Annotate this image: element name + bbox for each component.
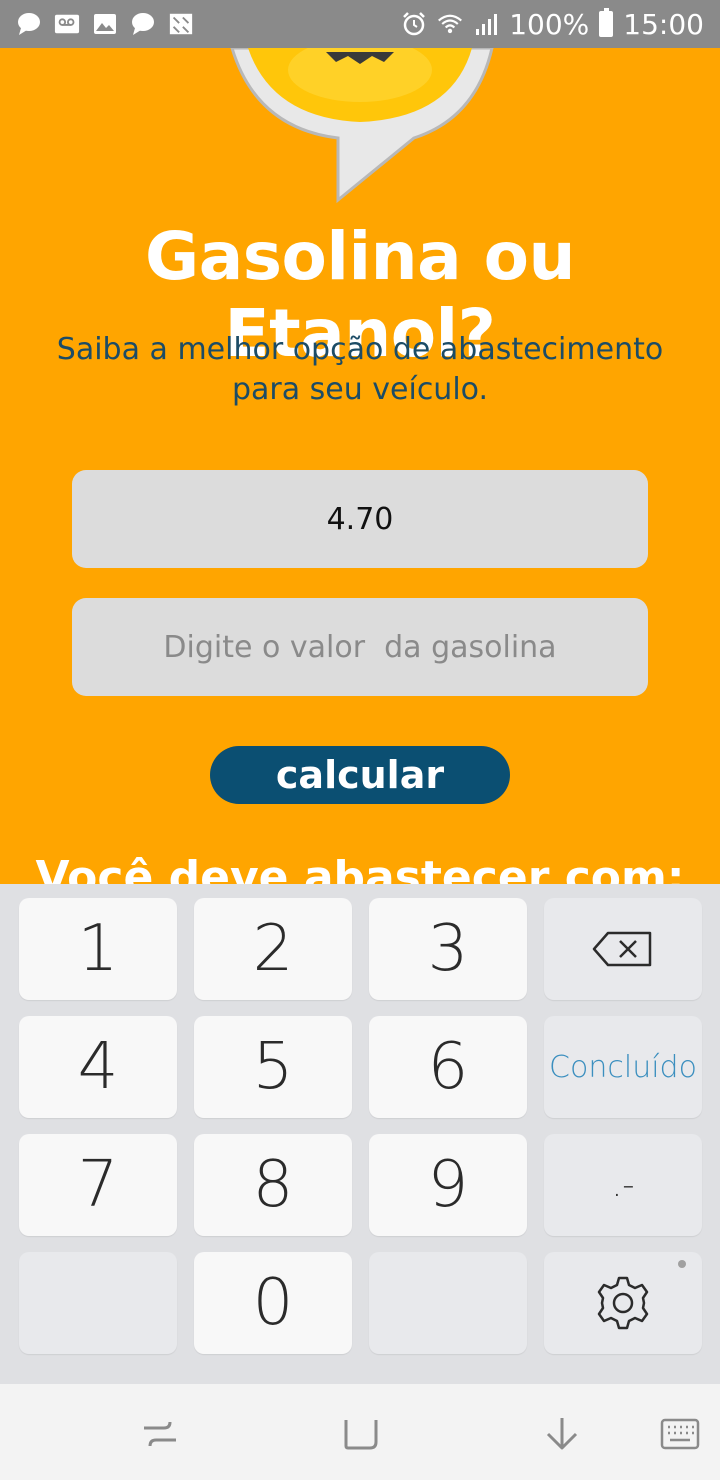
- calculate-button[interactable]: calcular: [210, 746, 510, 804]
- key-0[interactable]: 0: [194, 1252, 352, 1354]
- recent-apps-icon[interactable]: [140, 1414, 180, 1454]
- punctuation-key[interactable]: .-: [544, 1134, 702, 1236]
- battery-icon: [599, 8, 614, 37]
- gear-icon: [597, 1276, 649, 1330]
- empty-key-right: [369, 1252, 527, 1354]
- key-5[interactable]: 5: [194, 1016, 352, 1118]
- key-9[interactable]: 9: [369, 1134, 527, 1236]
- status-left: [16, 11, 194, 37]
- status-right: 100% 15:00: [401, 8, 704, 41]
- signal-icon: [473, 11, 499, 37]
- navigation-bar: [0, 1384, 720, 1480]
- chat-icon: [130, 11, 156, 37]
- key-1[interactable]: 1: [19, 898, 177, 1000]
- keyboard-settings-key[interactable]: [544, 1252, 702, 1354]
- voicemail-icon: [54, 11, 80, 37]
- gasolina-value-field[interactable]: [72, 598, 648, 696]
- etanol-value-field[interactable]: [72, 470, 648, 568]
- key-7[interactable]: 7: [19, 1134, 177, 1236]
- key-2[interactable]: 2: [194, 898, 352, 1000]
- battery-percent: 100%: [509, 7, 590, 41]
- key-4[interactable]: 4: [19, 1016, 177, 1118]
- chat-icon: [16, 11, 42, 37]
- done-key[interactable]: Concluído: [544, 1016, 702, 1118]
- hide-keyboard-icon[interactable]: [542, 1414, 582, 1454]
- key-8[interactable]: 8: [194, 1134, 352, 1236]
- app-logo: [226, 38, 496, 208]
- key-6[interactable]: 6: [369, 1016, 527, 1118]
- empty-key-left: [19, 1252, 177, 1354]
- wifi-icon: [437, 11, 463, 37]
- keyboard-switch-icon[interactable]: [660, 1414, 700, 1454]
- numeric-keyboard: 1 2 3 4 5 6 Concluído 7 8 9 .- 0: [0, 884, 720, 1384]
- image-icon: [92, 11, 118, 37]
- backspace-key[interactable]: [544, 898, 702, 1000]
- status-bar: 100% 15:00: [0, 0, 720, 48]
- home-icon[interactable]: [340, 1414, 380, 1454]
- clock: 15:00: [623, 7, 704, 41]
- alarm-icon: [401, 11, 427, 37]
- subtitle: Saiba a melhor opção de abastecimento pa…: [56, 332, 664, 407]
- key-3[interactable]: 3: [369, 898, 527, 1000]
- backspace-icon: [592, 931, 652, 967]
- indicator-dot-icon: [678, 1260, 686, 1268]
- grid-icon: [168, 11, 194, 37]
